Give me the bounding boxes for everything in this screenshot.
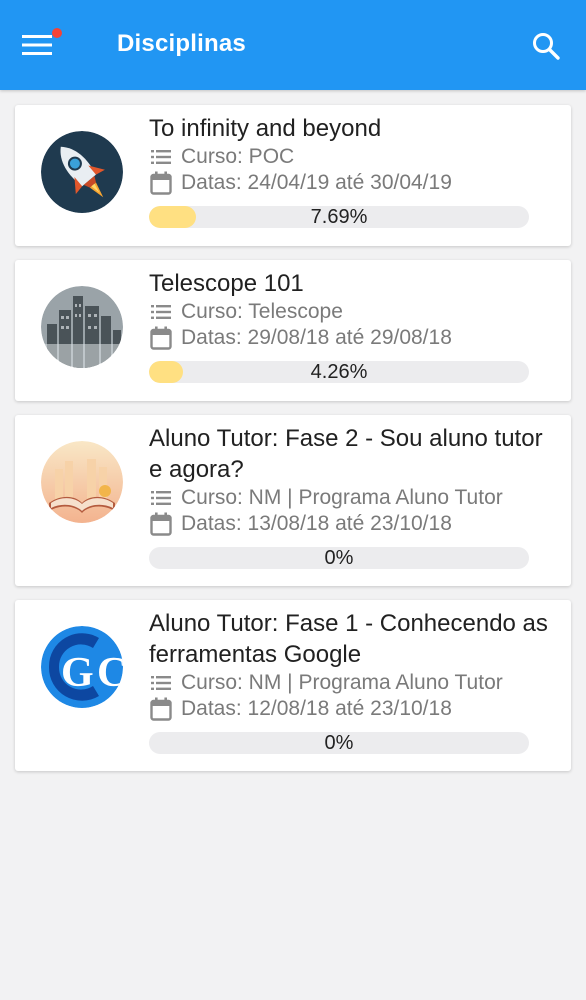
- progress-text: 7.69%: [310, 206, 368, 228]
- course-info: Curso: Telescope: [149, 299, 549, 325]
- progress-text: 4.26%: [310, 361, 368, 383]
- calendar-icon: [149, 326, 173, 350]
- dates-label: Datas: 12/08/18 até 23/10/18: [181, 697, 452, 720]
- open-book-thumbnail: [41, 441, 123, 523]
- google-logo-thumbnail: G C: [41, 626, 123, 708]
- course-title: Aluno Tutor: Fase 1 - Conhecendo as ferr…: [149, 610, 548, 668]
- course-label: Curso: NM | Programa Aluno Tutor: [181, 671, 503, 694]
- course-label: Curso: Telescope: [181, 300, 343, 323]
- course-info: Curso: POC: [149, 144, 549, 170]
- notification-dot: [52, 28, 62, 38]
- course-card[interactable]: To infinity and beyond Curso: POC Datas:…: [15, 105, 571, 246]
- progress-text: 0%: [324, 732, 354, 754]
- list-icon: [149, 300, 173, 324]
- dates-label: Datas: 13/08/18 até 23/10/18: [181, 512, 452, 535]
- progress-bar: 7.69%: [149, 206, 529, 228]
- course-dates: Datas: 29/08/18 até 29/08/18: [149, 325, 549, 351]
- course-label: Curso: POC: [181, 145, 295, 168]
- course-title: Aluno Tutor: Fase 2 - Sou aluno tutor e …: [149, 425, 543, 483]
- course-card[interactable]: Telescope 101 Curso: Telescope Datas: 29…: [15, 260, 571, 401]
- progress-bar: 0%: [149, 732, 529, 754]
- search-button[interactable]: [524, 24, 568, 68]
- course-info: Curso: NM | Programa Aluno Tutor: [149, 670, 549, 696]
- calendar-icon: [149, 512, 173, 536]
- progress-bar: 0%: [149, 547, 529, 569]
- course-card[interactable]: Aluno Tutor: Fase 2 - Sou aluno tutor e …: [15, 415, 571, 586]
- course-dates: Datas: 24/04/19 até 30/04/19: [149, 170, 549, 196]
- course-title: Telescope 101: [149, 270, 304, 297]
- city-skyline-thumbnail: [41, 286, 123, 368]
- svg-text:G: G: [61, 650, 94, 696]
- hamburger-menu-icon: [22, 35, 52, 55]
- search-icon: [533, 33, 560, 60]
- list-icon: [149, 671, 173, 695]
- menu-button[interactable]: [22, 22, 70, 68]
- course-label: Curso: NM | Programa Aluno Tutor: [181, 486, 503, 509]
- dates-label: Datas: 29/08/18 até 29/08/18: [181, 326, 452, 349]
- course-card[interactable]: G C Aluno Tutor: Fase 1 - Conhecendo as …: [15, 600, 571, 771]
- list-icon: [149, 145, 173, 169]
- calendar-icon: [149, 697, 173, 721]
- app-bar: Disciplinas: [0, 0, 586, 90]
- list-icon: [149, 486, 173, 510]
- course-info: Curso: NM | Programa Aluno Tutor: [149, 485, 549, 511]
- page-title: Disciplinas: [117, 30, 246, 57]
- svg-text:C: C: [97, 650, 123, 696]
- calendar-icon: [149, 171, 173, 195]
- progress-bar: 4.26%: [149, 361, 529, 383]
- course-dates: Datas: 13/08/18 até 23/10/18: [149, 511, 549, 537]
- rocket-thumbnail: [41, 131, 123, 213]
- course-dates: Datas: 12/08/18 até 23/10/18: [149, 696, 549, 722]
- dates-label: Datas: 24/04/19 até 30/04/19: [181, 171, 452, 194]
- progress-text: 0%: [324, 547, 354, 569]
- course-title: To infinity and beyond: [149, 115, 382, 142]
